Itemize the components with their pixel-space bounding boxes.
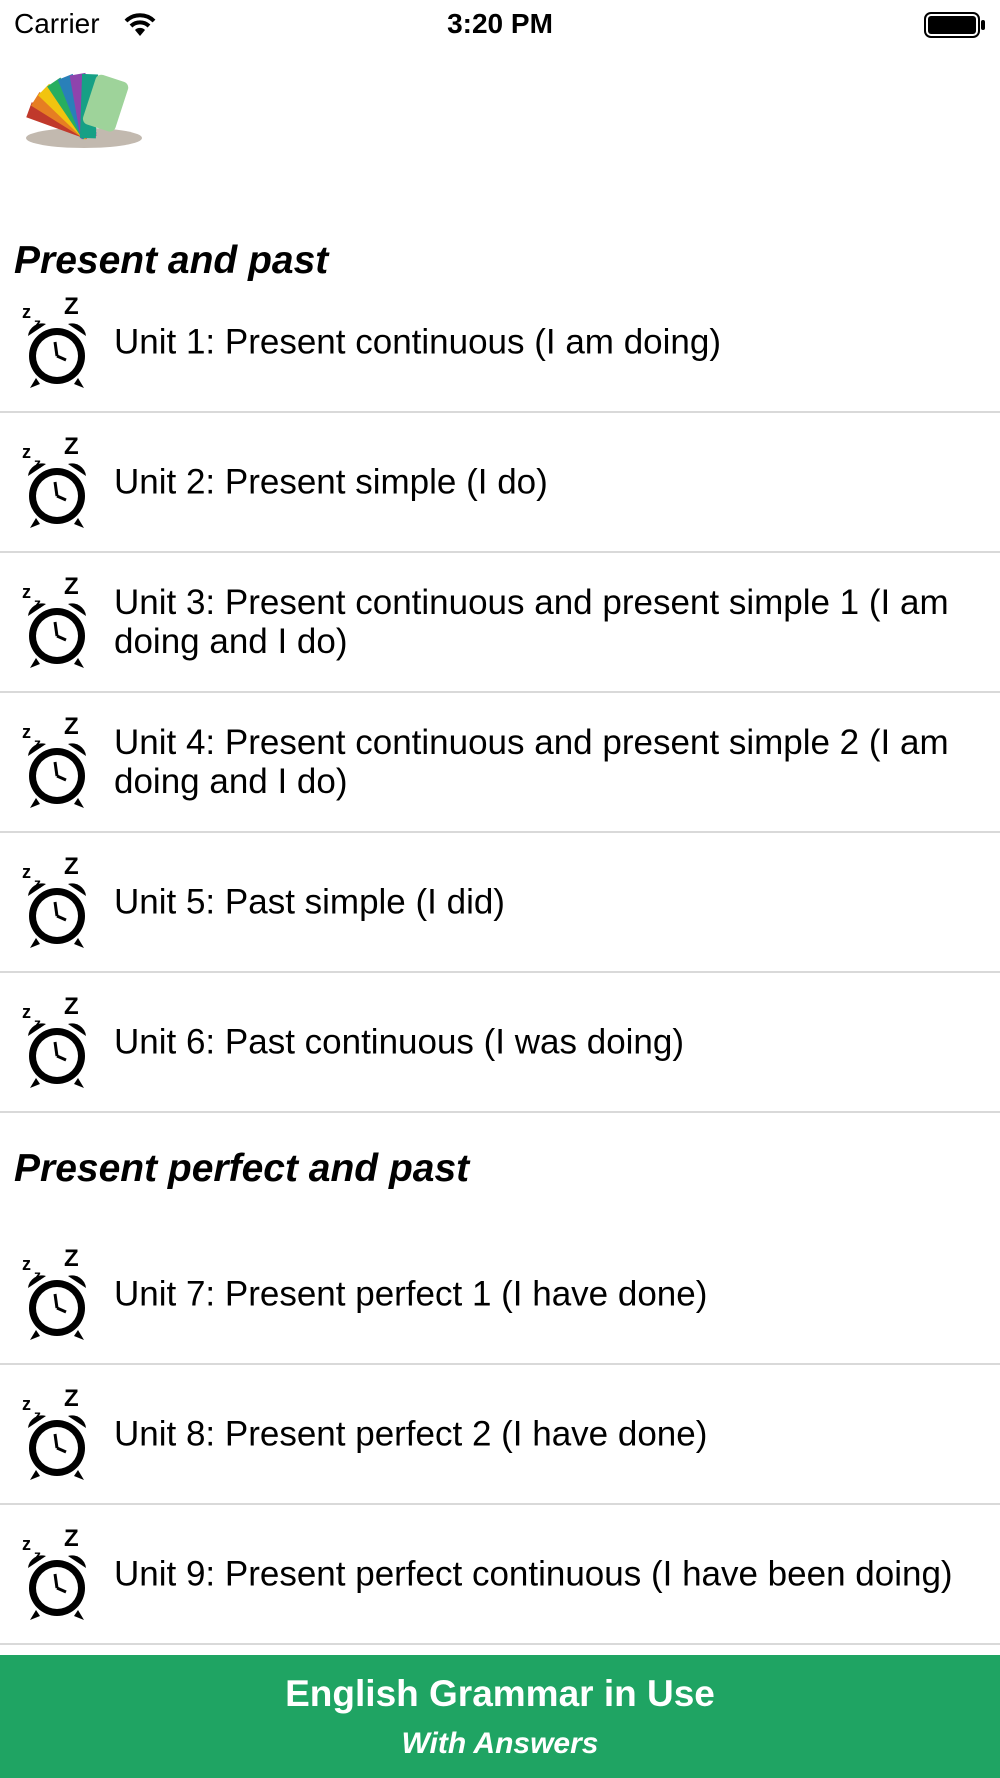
- alarm-clock-icon: zzZ: [20, 1525, 94, 1622]
- unit-row[interactable]: z z Z Unit 5: Past simple (I did): [0, 833, 1000, 973]
- svg-text:Z: Z: [64, 1526, 79, 1552]
- section-header: Present perfect and past: [14, 1147, 470, 1190]
- svg-text:Z: Z: [64, 1386, 79, 1412]
- unit-row[interactable]: z z Z Unit 6: Past continuous (I was doing): [0, 973, 1000, 1113]
- alarm-clock-icon: zzZ: [20, 993, 94, 1090]
- alarm-clock-icon: zzZ: [20, 433, 94, 530]
- unit-row[interactable]: z z Z Unit 8: Present perfect 2 (I have don…: [0, 1365, 1000, 1505]
- status-bar: Carrier 3:20 PM: [0, 0, 1000, 50]
- alarm-clock-icon: zzZ: [20, 713, 94, 810]
- unit-row[interactable]: z z Z Unit 9: Present perfect continuous (I…: [0, 1505, 1000, 1645]
- unit-title: Unit 2: Present simple (I do): [114, 462, 548, 502]
- alarm-clock-icon: zzZ: [20, 573, 94, 670]
- svg-text:Z: Z: [64, 574, 79, 600]
- svg-text:Z: Z: [64, 854, 79, 880]
- unit-title: Unit 1: Present continuous (I am doing): [114, 322, 721, 362]
- svg-text:Z: Z: [64, 434, 79, 460]
- svg-text:z: z: [22, 1254, 31, 1274]
- svg-text:z: z: [22, 1002, 31, 1022]
- alarm-clock-icon: zzZ: [20, 293, 94, 390]
- svg-text:z: z: [22, 1394, 31, 1414]
- unit-row[interactable]: z z Z Unit 7: Present perfect 1 (I have don…: [0, 1225, 1000, 1365]
- alarm-clock-icon: zzZ: [20, 1245, 94, 1342]
- footer-banner: English Grammar in Use With Answers: [0, 1655, 1000, 1778]
- svg-text:Z: Z: [64, 714, 79, 740]
- svg-text:z: z: [22, 1534, 31, 1554]
- alarm-clock-icon: zzZ: [20, 1385, 94, 1482]
- svg-text:z: z: [22, 862, 31, 882]
- svg-text:z: z: [22, 582, 31, 602]
- svg-text:z: z: [22, 722, 31, 742]
- svg-text:Z: Z: [64, 1246, 79, 1272]
- unit-title: Unit 3: Present continuous and present s…: [114, 583, 949, 661]
- unit-list: Present and past z z Z Unit 1: Present conti…: [0, 205, 1000, 1655]
- unit-row[interactable]: z z Z Unit 4: Present continuous and presen…: [0, 693, 1000, 833]
- unit-title: Unit 4: Present continuous and present s…: [114, 723, 949, 801]
- unit-title: Unit 9: Present perfect continuous (I ha…: [114, 1554, 953, 1594]
- unit-row[interactable]: z z Z Unit 1: Present continuous (I am doin…: [0, 273, 1000, 413]
- battery-icon: [924, 12, 985, 38]
- svg-text:Z: Z: [64, 294, 79, 320]
- unit-title: Unit 5: Past simple (I did): [114, 882, 505, 922]
- unit-title: Unit 6: Past continuous (I was doing): [114, 1022, 685, 1062]
- svg-text:Z: Z: [64, 994, 79, 1020]
- unit-title: Unit 8: Present perfect 2 (I have done): [114, 1414, 708, 1454]
- footer-title: English Grammar in Use: [285, 1673, 715, 1714]
- status-time: 3:20 PM: [447, 8, 553, 39]
- footer-subtitle: With Answers: [401, 1727, 599, 1760]
- svg-text:z: z: [22, 442, 31, 462]
- section-header: Present and past: [14, 239, 329, 282]
- unit-row[interactable]: z z Z Unit 3: Present continuous and presen…: [0, 553, 1000, 693]
- svg-text:z: z: [22, 302, 31, 322]
- unit-row[interactable]: z z Z Unit 2: Present simple (I do): [0, 413, 1000, 553]
- alarm-clock-icon: zzZ: [20, 853, 94, 950]
- color-swatch-fan-logo: [26, 72, 142, 148]
- unit-title: Unit 7: Present perfect 1 (I have done): [114, 1274, 708, 1314]
- unit-row[interactable]: zzZUnit 10: Present perfect continuous a…: [0, 1645, 1000, 1655]
